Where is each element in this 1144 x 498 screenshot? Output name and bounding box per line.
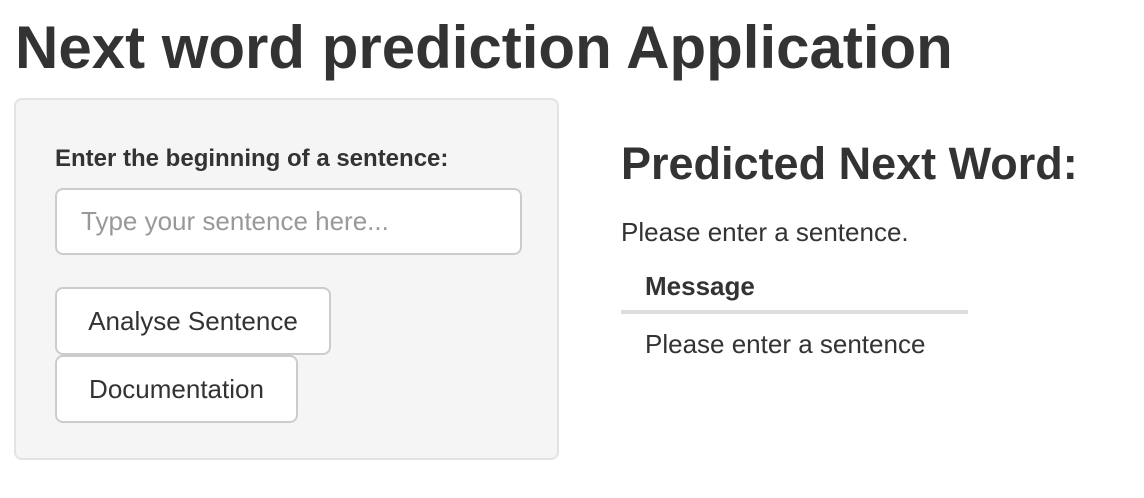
sidebar-panel: Enter the beginning of a sentence: Analy…	[14, 98, 559, 460]
column-header-message: Message	[621, 262, 968, 314]
documentation-button[interactable]: Documentation	[55, 355, 298, 423]
table-row: Please enter a sentence	[621, 312, 968, 374]
table-header-row: Message	[621, 262, 968, 314]
message-table: Message Please enter a sentence	[621, 262, 968, 374]
app-title: Next word prediction Application	[15, 14, 953, 81]
predicted-word-heading: Predicted Next Word:	[621, 138, 1078, 189]
analyse-sentence-button[interactable]: Analyse Sentence	[55, 287, 331, 355]
status-text: Please enter a sentence.	[621, 217, 909, 247]
sentence-input-label: Enter the beginning of a sentence:	[55, 145, 449, 172]
sentence-input[interactable]	[55, 188, 522, 255]
table-cell-message: Please enter a sentence	[645, 328, 926, 359]
